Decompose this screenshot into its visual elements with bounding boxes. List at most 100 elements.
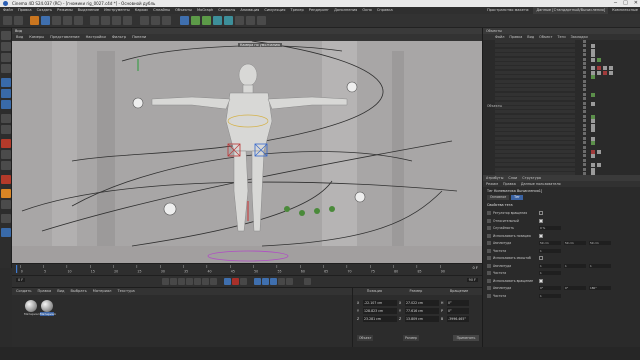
object-row[interactable] bbox=[483, 70, 640, 75]
visibility-toggle[interactable] bbox=[583, 44, 586, 48]
menu-help[interactable]: Справка bbox=[377, 7, 393, 14]
attr-menu-mode[interactable]: Режим bbox=[486, 181, 498, 187]
menu-character[interactable]: Символы bbox=[218, 7, 235, 14]
object-row[interactable] bbox=[483, 40, 640, 44]
character-mesh[interactable] bbox=[151, 63, 348, 232]
animate-property-icon[interactable] bbox=[487, 248, 491, 253]
object-row[interactable] bbox=[483, 114, 640, 119]
light-icon[interactable] bbox=[257, 16, 266, 25]
object-tag-icon[interactable] bbox=[609, 70, 613, 75]
visibility-toggle[interactable] bbox=[583, 119, 586, 123]
property-value-field[interactable]: 0 % bbox=[539, 226, 561, 230]
animate-property-icon[interactable] bbox=[487, 286, 491, 290]
property-checkbox[interactable] bbox=[539, 256, 543, 260]
object-row[interactable] bbox=[483, 132, 640, 136]
object-row[interactable] bbox=[483, 101, 640, 106]
vp-menu-display[interactable]: Представление bbox=[50, 34, 79, 41]
animate-property-icon[interactable] bbox=[487, 218, 491, 223]
param-key-icon[interactable] bbox=[278, 278, 285, 285]
object-row[interactable] bbox=[483, 141, 640, 146]
object-row[interactable] bbox=[483, 136, 640, 141]
visibility-toggle[interactable] bbox=[583, 79, 586, 83]
mat-menu-texture[interactable]: Текстура bbox=[117, 288, 134, 295]
render-settings-icon[interactable] bbox=[162, 16, 171, 25]
visibility-toggle[interactable] bbox=[583, 53, 586, 57]
visibility-toggle[interactable] bbox=[583, 88, 586, 92]
cloner-icon[interactable] bbox=[213, 16, 222, 25]
pos-z-field[interactable]: 23.281 cm bbox=[363, 316, 397, 322]
object-row[interactable] bbox=[483, 119, 640, 124]
visibility-toggle[interactable] bbox=[583, 158, 586, 162]
menu-tracker[interactable]: Трекер bbox=[290, 7, 303, 14]
menu-create[interactable]: Создать bbox=[37, 7, 53, 14]
cube-icon[interactable] bbox=[180, 16, 189, 25]
property-value-field[interactable]: 1 bbox=[539, 248, 561, 253]
prev-key-icon[interactable] bbox=[170, 278, 177, 285]
mat-menu-material[interactable]: Материал bbox=[93, 288, 112, 295]
object-row[interactable] bbox=[483, 167, 640, 172]
timeline-ruler[interactable]: 0 5 10 15 20 25 30 35 40 45 50 55 60 65 70 75 80 85 90 0 F bbox=[12, 263, 482, 275]
play-icon[interactable] bbox=[186, 278, 193, 285]
pos-y-field[interactable]: 128.823 cm bbox=[363, 308, 397, 314]
lock-workplane-icon[interactable] bbox=[1, 161, 11, 170]
scale-key-icon[interactable] bbox=[262, 278, 269, 285]
object-tag-icon[interactable] bbox=[591, 53, 595, 58]
menu-objects[interactable]: Объекты bbox=[175, 7, 192, 14]
brush-icon[interactable] bbox=[1, 200, 11, 209]
enable-axis-icon[interactable] bbox=[1, 114, 11, 123]
recent-tools-icon[interactable] bbox=[74, 16, 83, 25]
object-tag-icon[interactable] bbox=[591, 150, 595, 154]
object-row[interactable] bbox=[483, 145, 640, 150]
object-tag-icon[interactable] bbox=[597, 66, 601, 71]
visibility-toggle[interactable] bbox=[583, 123, 586, 127]
visibility-toggle[interactable] bbox=[583, 163, 586, 167]
object-row[interactable] bbox=[483, 150, 640, 154]
property-value-field[interactable]: 1 bbox=[539, 271, 561, 275]
visibility-toggle[interactable] bbox=[583, 97, 586, 101]
visibility-toggle[interactable] bbox=[583, 40, 586, 43]
object-tag-icon[interactable] bbox=[597, 163, 601, 168]
property-checkbox[interactable] bbox=[539, 233, 543, 238]
points-mode-icon[interactable] bbox=[1, 78, 11, 87]
min-frame-field[interactable]: 0 F bbox=[16, 278, 26, 282]
animate-property-icon[interactable] bbox=[487, 293, 491, 298]
autokey-icon[interactable] bbox=[232, 278, 239, 285]
object-item-label[interactable]: Объекты bbox=[487, 104, 502, 108]
object-tag-icon[interactable] bbox=[591, 167, 595, 172]
axis-y-icon[interactable] bbox=[101, 16, 110, 25]
menu-select[interactable]: Выделение bbox=[78, 7, 99, 14]
object-tag-icon[interactable] bbox=[591, 57, 595, 62]
sketch-icon[interactable] bbox=[1, 189, 11, 198]
animate-property-icon[interactable] bbox=[487, 226, 491, 230]
menu-modes[interactable]: Режимы bbox=[57, 7, 73, 14]
layout-select[interactable]: Данные [Стандартный/Вычисления] bbox=[533, 7, 609, 14]
property-vector-field[interactable]: 0° bbox=[539, 286, 561, 290]
property-checkbox[interactable] bbox=[539, 278, 543, 283]
object-tag-icon[interactable] bbox=[597, 70, 601, 75]
rot-h-field[interactable]: 0° bbox=[447, 300, 469, 306]
object-tag-icon[interactable] bbox=[591, 154, 595, 159]
vp-menu-options[interactable]: Настройки bbox=[86, 34, 106, 41]
mat-menu-edit[interactable]: Правка bbox=[38, 288, 52, 295]
snap-icon[interactable] bbox=[1, 139, 11, 148]
object-row[interactable] bbox=[483, 128, 640, 132]
object-tag-icon[interactable] bbox=[591, 92, 595, 97]
vp-menu-cameras[interactable]: Камеры bbox=[29, 34, 44, 41]
timeline-window-icon[interactable] bbox=[304, 278, 311, 285]
size-y-field[interactable]: 77.616 cm bbox=[405, 308, 439, 314]
object-row[interactable] bbox=[483, 84, 640, 88]
mode-label[interactable]: Комплексные bbox=[612, 7, 638, 14]
rotation-key-icon[interactable] bbox=[270, 278, 277, 285]
object-tag-icon[interactable] bbox=[597, 57, 601, 62]
visibility-toggle[interactable] bbox=[583, 141, 586, 145]
property-vector-field[interactable]: 1 bbox=[539, 263, 561, 268]
coordinate-system-icon[interactable] bbox=[123, 16, 132, 25]
visibility-toggle[interactable] bbox=[583, 66, 586, 70]
object-row[interactable] bbox=[483, 62, 640, 66]
object-tag-icon[interactable] bbox=[591, 163, 595, 168]
property-vector-field[interactable]: 50 cm bbox=[539, 241, 561, 245]
visibility-toggle[interactable] bbox=[583, 48, 586, 52]
object-tag-icon[interactable] bbox=[597, 150, 601, 154]
object-row[interactable] bbox=[483, 97, 640, 101]
max-frame-field[interactable]: 90 F bbox=[466, 278, 478, 282]
